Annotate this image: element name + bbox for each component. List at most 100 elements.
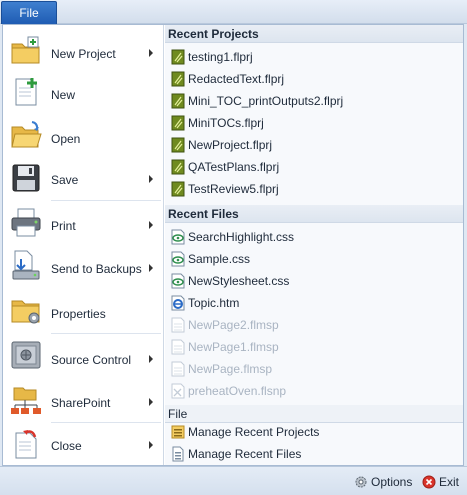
recent-file-label: NewPage2.flmsp (188, 318, 279, 332)
html-icon (171, 295, 185, 311)
save-label: Save (51, 173, 79, 187)
recent-file-label: NewPage1.flmsp (188, 340, 279, 354)
project-file-icon (171, 49, 185, 65)
new-project-label: New Project (51, 47, 116, 61)
recent-project-item[interactable]: QATestPlans.flprj (171, 157, 461, 177)
exit-button[interactable]: Exit (422, 473, 459, 491)
project-file-icon (171, 93, 185, 109)
backstage-footer: Options Exit (0, 466, 467, 495)
print-label: Print (51, 219, 76, 233)
manage-projects-icon (171, 424, 185, 440)
backstage-menu: New Project New Open Save Print Send to … (2, 24, 464, 466)
folder-open-icon (10, 119, 42, 151)
recent-panel: Recent Projects testing1.flprj RedactedTe… (165, 25, 463, 465)
recent-file-item[interactable]: NewStylesheet.css (171, 271, 461, 291)
page-icon (171, 361, 185, 377)
recent-file-label: preheatOven.flsnp (188, 384, 287, 398)
folder-new-icon (10, 35, 42, 67)
source-control-label: Source Control (51, 353, 132, 367)
submenu-arrow-icon (149, 175, 153, 183)
printer-icon (10, 207, 42, 239)
css-icon (171, 251, 185, 267)
page-icon (171, 317, 185, 333)
recent-file-item[interactable]: NewPage1.flmsp (171, 337, 461, 357)
recent-project-label: QATestPlans.flprj (188, 160, 280, 174)
recent-file-item[interactable]: Sample.css (171, 249, 461, 269)
recent-file-item[interactable]: NewPage2.flmsp (171, 315, 461, 335)
manage-recent-projects-link[interactable]: Manage Recent Projects (171, 422, 461, 442)
recent-project-label: MiniTOCs.flprj (188, 116, 264, 130)
recent-project-item[interactable]: NewProject.flprj (171, 135, 461, 155)
file-section-heading: File (165, 405, 463, 423)
close-document-icon (10, 428, 42, 460)
save-button[interactable]: Save (3, 157, 163, 199)
gear-icon (354, 475, 368, 489)
open-button[interactable]: Open (3, 113, 163, 157)
command-list: New Project New Open Save Print Send to … (3, 25, 164, 465)
new-button[interactable]: New (3, 71, 163, 113)
css-icon (171, 229, 185, 245)
open-label: Open (51, 132, 81, 146)
recent-file-item[interactable]: Topic.htm (171, 293, 461, 313)
project-file-icon (171, 159, 185, 175)
project-file-icon (171, 137, 185, 153)
project-file-icon (171, 71, 185, 87)
new-label: New (51, 88, 76, 102)
properties-label: Properties (51, 307, 106, 321)
recent-file-item[interactable]: NewPage.flmsp (171, 359, 461, 379)
sharepoint-button[interactable]: SharePoint (3, 378, 163, 422)
recent-file-label: Topic.htm (188, 296, 240, 310)
options-label: Options (371, 475, 413, 489)
recent-project-item[interactable]: testing1.flprj (171, 47, 461, 67)
recent-file-label: NewPage.flmsp (188, 362, 273, 376)
recent-file-label: Sample.css (188, 252, 251, 266)
network-icon (10, 384, 42, 416)
recent-projects-heading: Recent Projects (165, 25, 463, 43)
backup-icon (10, 249, 42, 281)
close-button[interactable]: Close (3, 423, 163, 465)
recent-project-item[interactable]: TestReview5.flprj (171, 179, 461, 199)
recent-file-item[interactable]: preheatOven.flsnp (171, 381, 461, 401)
recent-file-label: SearchHighlight.css (188, 230, 295, 244)
submenu-arrow-icon (149, 355, 153, 363)
submenu-arrow-icon (149, 398, 153, 406)
send-to-backups-label: Send to Backups (51, 262, 142, 276)
recent-project-label: NewProject.flprj (188, 138, 273, 152)
floppy-disk-icon (10, 162, 42, 194)
source-control-button[interactable]: Source Control (3, 334, 163, 378)
project-file-icon (171, 181, 185, 197)
submenu-arrow-icon (149, 49, 153, 57)
manage-recent-projects-label: Manage Recent Projects (188, 425, 320, 439)
file-tab[interactable]: File (1, 1, 57, 24)
manage-recent-files-link[interactable]: Manage Recent Files (171, 444, 461, 464)
safe-icon (10, 339, 42, 371)
print-button[interactable]: Print (3, 201, 163, 245)
page-icon (171, 339, 185, 355)
project-file-icon (171, 115, 185, 131)
recent-project-item[interactable]: RedactedText.flprj (171, 69, 461, 89)
recent-project-item[interactable]: Mini_TOC_printOutputs2.flprj (171, 91, 461, 111)
recent-project-label: testing1.flprj (188, 50, 253, 64)
exit-label: Exit (439, 475, 460, 489)
properties-button[interactable]: Properties (3, 287, 163, 333)
new-document-icon (10, 76, 42, 108)
recent-project-label: TestReview5.flprj (188, 182, 279, 196)
close-label: Close (51, 439, 82, 453)
submenu-arrow-icon (149, 221, 153, 229)
submenu-arrow-icon (149, 264, 153, 272)
css-icon (171, 273, 185, 289)
recent-file-label: NewStylesheet.css (188, 274, 290, 288)
ribbon-tab-bar: File (0, 0, 467, 24)
new-project-button[interactable]: New Project (3, 31, 163, 71)
recent-project-item[interactable]: MiniTOCs.flprj (171, 113, 461, 133)
exit-icon (422, 475, 436, 489)
recent-project-label: RedactedText.flprj (188, 72, 285, 86)
options-button[interactable]: Options (354, 473, 412, 491)
send-to-backups-button[interactable]: Send to Backups (3, 245, 163, 287)
recent-project-label: Mini_TOC_printOutputs2.flprj (188, 94, 344, 108)
recent-files-heading: Recent Files (165, 205, 463, 223)
manage-recent-files-label: Manage Recent Files (188, 447, 302, 461)
submenu-arrow-icon (149, 441, 153, 449)
manage-files-icon (171, 446, 185, 462)
recent-file-item[interactable]: SearchHighlight.css (171, 227, 461, 247)
